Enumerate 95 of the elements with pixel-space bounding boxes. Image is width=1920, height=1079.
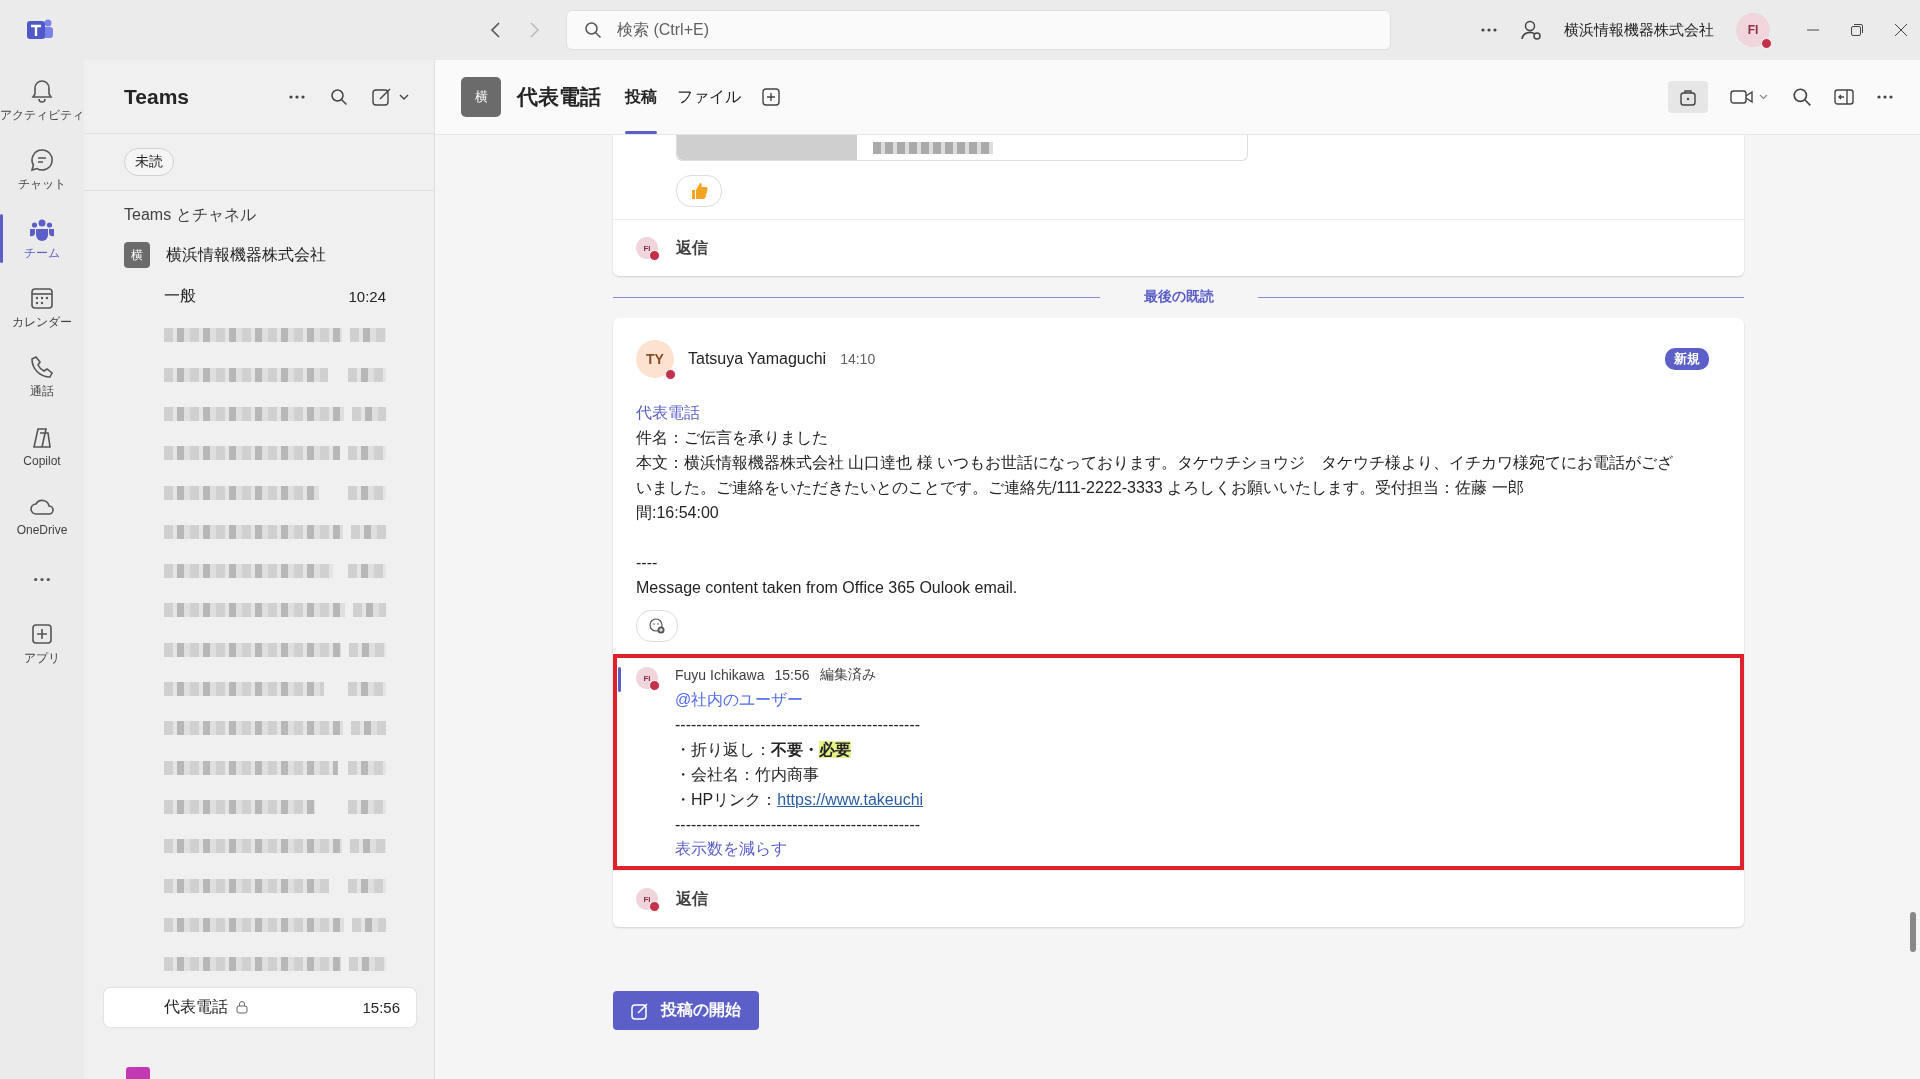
- rail-item[interactable]: アクティビティ: [0, 66, 84, 135]
- channel-title: 代表電話: [517, 84, 601, 110]
- message-text: ----: [636, 553, 659, 573]
- channel-tab[interactable]: ファイル: [677, 60, 741, 134]
- mention-link[interactable]: @社内のユーザー: [675, 691, 804, 708]
- blurred-time: [348, 760, 386, 775]
- rail-item[interactable]: アプリ: [0, 609, 84, 678]
- search-field[interactable]: 検索 (Ctrl+E): [566, 10, 1391, 50]
- blurred-time: [349, 328, 386, 343]
- presence-dot: [1761, 38, 1772, 49]
- compose-icon: [631, 1001, 649, 1020]
- rail-item[interactable]: 通話: [0, 342, 84, 411]
- user-avatar: TY: [636, 340, 674, 378]
- channel-tab[interactable]: 投稿: [625, 60, 657, 134]
- reply-button[interactable]: 返信: [676, 237, 708, 259]
- reply-button[interactable]: 返信: [676, 888, 708, 910]
- person-icon[interactable]: [1520, 19, 1542, 41]
- sidebar-title: Teams: [124, 84, 190, 109]
- reply-text: ・HPリンク：: [675, 791, 778, 808]
- more-icon[interactable]: [288, 93, 306, 100]
- show-less-link[interactable]: 表示数を減らす: [675, 839, 787, 860]
- blurred-time: [348, 446, 386, 461]
- blurred-time: [349, 642, 386, 657]
- section-heading: Teams とチャネル: [123, 205, 257, 226]
- message-text: 本文：横浜情報機器株式会社 山口達也 様 いつもお世話になっております。タケウチショウジ タケウチ様より、イチカワ様宛てにお電話がございました。ご連絡をいただきたいとのことです。ご連絡先/111-2222-3333 よろしくお願いいたします。受付担当：佐藤 一郎: [636, 453, 1675, 498]
- scrollbar-thumb[interactable]: [1910, 912, 1916, 952]
- channel-item[interactable]: 代表電話 15:56: [104, 987, 416, 1028]
- blurred-time: [348, 682, 386, 697]
- organization-name: 横浜情報機器株式会社: [1564, 20, 1714, 40]
- rail-item[interactable]: チーム: [0, 204, 84, 273]
- presence-dot: [649, 250, 660, 261]
- blurred-time: [350, 839, 386, 854]
- edited-label: 編集済み: [819, 666, 876, 684]
- profile-avatar: FI: [1736, 13, 1770, 47]
- blurred-time: [348, 957, 386, 972]
- more-icon: [33, 576, 51, 582]
- team-avatar: 横: [124, 242, 150, 269]
- rail-item[interactable]: カレンダー: [0, 273, 84, 342]
- side-panel-icon[interactable]: [1834, 88, 1854, 106]
- unread-filter-chip[interactable]: 未読: [124, 148, 174, 177]
- presence-dot: [649, 901, 660, 912]
- close-icon[interactable]: [1894, 23, 1908, 37]
- rail-item[interactable]: Copilot: [0, 411, 84, 480]
- message-text: 件名：ご伝言を承りました: [636, 428, 829, 448]
- blurred-time: [350, 524, 386, 539]
- more-icon[interactable]: [1480, 27, 1498, 33]
- rail-item[interactable]: OneDrive: [0, 480, 84, 549]
- blurred-time: [348, 367, 386, 382]
- reply-text: ・会社名：竹内商事: [675, 765, 820, 785]
- team-avatar: 横: [461, 77, 501, 117]
- presence-dot: [649, 680, 660, 691]
- author-name: Tatsuya Yamaguchi: [688, 350, 827, 368]
- team-avatar-cut: [126, 1067, 150, 1079]
- thumbs-up-icon: [689, 181, 709, 201]
- channel-item[interactable]: 一般 10:24: [84, 276, 416, 316]
- team-name[interactable]: 横浜情報機器株式会社: [166, 244, 326, 266]
- chat-bubble-icon: [28, 146, 56, 174]
- search-icon[interactable]: [330, 87, 348, 106]
- reply-text: ・折り返し：不要・必要: [675, 740, 852, 760]
- url-link[interactable]: https://www.takeuchi: [777, 791, 924, 808]
- bag-button[interactable]: [1668, 81, 1708, 113]
- timestamp: 14:10: [840, 351, 876, 367]
- message-text: Message content taken from Office 365 Oulook email.: [636, 578, 1019, 598]
- smiley-plus-icon: [648, 617, 666, 635]
- message-text: 間:16:54:00: [636, 503, 720, 523]
- video-camera-icon[interactable]: [1730, 87, 1770, 107]
- user-avatar: FI: [636, 237, 658, 259]
- author-name: Fuyu Ichikawa: [675, 667, 765, 683]
- presence-dot: [665, 369, 676, 380]
- blurred-time: [348, 799, 386, 814]
- phone-icon: [28, 353, 56, 381]
- blurred-time: [352, 917, 386, 932]
- reply-text: ----------------------------------------------: [675, 815, 922, 835]
- blurred-time: [348, 485, 386, 500]
- blurred-time: [352, 603, 386, 618]
- add-reaction-button[interactable]: [636, 610, 678, 642]
- blurred-time: [348, 878, 386, 893]
- more-icon[interactable]: [1876, 94, 1894, 100]
- restore-icon[interactable]: [1850, 23, 1864, 37]
- user-avatar: FI: [636, 888, 658, 910]
- timestamp: 15:56: [774, 667, 810, 683]
- user-avatar: FI: [636, 667, 658, 689]
- add-tab-icon[interactable]: [761, 87, 781, 107]
- subject-link[interactable]: 代表電話: [636, 404, 700, 421]
- blurred-time: [348, 564, 386, 579]
- search-icon[interactable]: [1792, 87, 1812, 107]
- blurred-time: [351, 721, 386, 736]
- blurred-time: [351, 407, 386, 421]
- rail-item[interactable]: チャット: [0, 135, 84, 204]
- new-badge: 新規: [1665, 348, 1709, 370]
- new-post-button[interactable]: 投稿の開始: [613, 991, 759, 1030]
- bag-icon: [1678, 87, 1698, 107]
- reply-text: ----------------------------------------------: [675, 715, 922, 735]
- last-read-divider: 最後の既読: [1142, 288, 1215, 306]
- search-icon: [584, 21, 602, 39]
